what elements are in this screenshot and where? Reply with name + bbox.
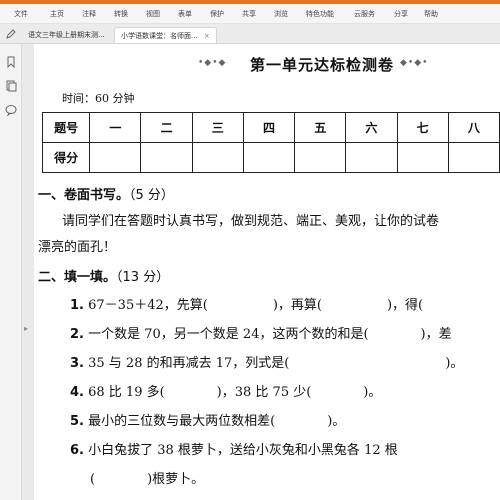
table-cell: 一	[89, 112, 142, 143]
score-cell	[89, 142, 142, 173]
table-cell: 题号	[41, 112, 91, 143]
menu-bar: 文件 主页 注释 转换 视图 表单 保护 共享 浏览 特色功能 云服务 分享 帮…	[0, 4, 500, 24]
question-text: 35 与 28 的和再减去 17，列式是( )。	[88, 356, 464, 371]
score-cell	[447, 142, 500, 173]
question-number: 6.	[70, 443, 84, 458]
question-text: 67－35＋42，先算( )，再算( )，得(	[88, 298, 424, 313]
question-number: 5.	[70, 414, 84, 429]
menu-share[interactable]: 共享	[242, 9, 256, 19]
pages-icon[interactable]	[5, 80, 17, 92]
table-cell: 得分	[41, 142, 91, 173]
table-cell: 八	[447, 112, 500, 143]
title-block: •◆•◆ 第一单元达标检测卷 ◆•◆•	[194, 50, 454, 76]
paragraph-line: 漂亮的面孔！	[38, 240, 117, 255]
document-tab-bar: 语文三年级上册期末测... 小学语数课堂：名师面... ×	[0, 24, 500, 44]
menu-browse[interactable]: 浏览	[274, 9, 288, 19]
paragraph-line: 请同学们在答题时认真书写，做到规范、端正、美观，让你的试卷	[62, 214, 440, 229]
menu-help[interactable]: 帮助	[424, 9, 438, 19]
menu-cloud[interactable]: 云服务	[354, 9, 375, 19]
tab-document-2[interactable]: 小学语数课堂：名师面... ×	[114, 27, 217, 43]
menu-home[interactable]: 主页	[50, 9, 64, 19]
score-cell	[140, 142, 193, 173]
question-number: 3.	[70, 356, 84, 371]
edit-icon[interactable]	[6, 29, 16, 39]
comment-icon[interactable]	[5, 104, 17, 116]
question-item: 1. 67－35＋42，先算( )，再算( )，得(	[70, 294, 423, 313]
table-cell: 五	[294, 112, 347, 143]
menu-form[interactable]: 表单	[178, 9, 192, 19]
panel-collapse-gutter[interactable]: ▸	[22, 44, 34, 500]
section-points: （13 分）	[116, 270, 170, 285]
table-cell: 七	[396, 112, 449, 143]
table-cell: 二	[140, 112, 193, 143]
score-cell	[242, 142, 296, 173]
question-number: 1.	[70, 298, 84, 313]
question-number: 2.	[70, 327, 84, 342]
section-points: （5 分）	[129, 188, 174, 203]
menu-share2[interactable]: 分享	[394, 9, 408, 19]
page-title: 第一单元达标检测卷	[250, 56, 395, 74]
menu-convert[interactable]: 转换	[114, 9, 128, 19]
score-cell	[191, 142, 244, 173]
question-text: 68 比 19 多( )，38 比 75 少( )。	[88, 385, 382, 400]
menu-annotate[interactable]: 注释	[82, 9, 96, 19]
question-text: 最小的三位数与最大两位数相差( )。	[88, 414, 346, 429]
left-sidebar	[0, 44, 22, 500]
menu-protect[interactable]: 保护	[210, 9, 224, 19]
tab-label: 语文三年级上册期末测...	[28, 31, 105, 39]
table-row: 得分	[41, 142, 500, 173]
section-heading: 一、卷面书写。（5 分）	[38, 184, 174, 203]
tab-label: 小学语数课堂：名师面...	[121, 32, 198, 40]
table-row: 题号 一 二 三 四 五 六 七 八	[41, 112, 500, 143]
question-item: 5. 最小的三位数与最大两位数相差( )。	[70, 410, 345, 429]
score-cell	[396, 142, 449, 173]
question-continuation: ( )根萝卜。	[90, 472, 205, 487]
table-cell: 三	[191, 112, 244, 143]
table-cell: 四	[242, 112, 296, 143]
score-cell	[294, 142, 347, 173]
section-title: 二、填一填。	[38, 270, 117, 285]
score-table: 题号 一 二 三 四 五 六 七 八 得分	[41, 112, 500, 173]
section-heading: 二、填一填。（13 分）	[38, 266, 169, 285]
time-limit: 时间：60 分钟	[62, 92, 135, 105]
title-decoration-left: •◆•◆	[198, 58, 227, 68]
menu-file[interactable]: 文件	[14, 9, 28, 19]
question-item: 3. 35 与 28 的和再减去 17，列式是( )。	[70, 352, 463, 371]
bookmark-icon[interactable]	[5, 56, 17, 68]
question-item: 4. 68 比 19 多( )，38 比 75 少( )。	[70, 381, 381, 400]
section-title: 一、卷面书写。	[38, 188, 130, 203]
question-text: 一个数是 70，另一个数是 24，这两个数的和是( )，差	[88, 327, 452, 342]
document-page: •◆•◆ 第一单元达标检测卷 ◆•◆• 时间：60 分钟 题号 一 二 三 四 …	[34, 44, 500, 500]
question-item: 2. 一个数是 70，另一个数是 24，这两个数的和是( )，差	[70, 323, 452, 342]
tab-document-1[interactable]: 语文三年级上册期末测...	[22, 27, 111, 43]
question-item: 6. 小白兔拔了 38 根萝卜，送给小灰兔和小黑兔各 12 根	[70, 439, 398, 458]
expand-arrow-icon[interactable]: ▸	[24, 324, 28, 333]
close-icon[interactable]: ×	[204, 32, 210, 40]
menu-features[interactable]: 特色功能	[306, 9, 334, 19]
question-text: 小白兔拔了 38 根萝卜，送给小灰兔和小黑兔各 12 根	[88, 443, 398, 458]
title-decoration-right: ◆•◆•	[400, 58, 429, 68]
menu-view[interactable]: 视图	[146, 9, 160, 19]
score-cell	[345, 142, 398, 173]
table-cell: 六	[345, 112, 398, 143]
question-number: 4.	[70, 385, 84, 400]
